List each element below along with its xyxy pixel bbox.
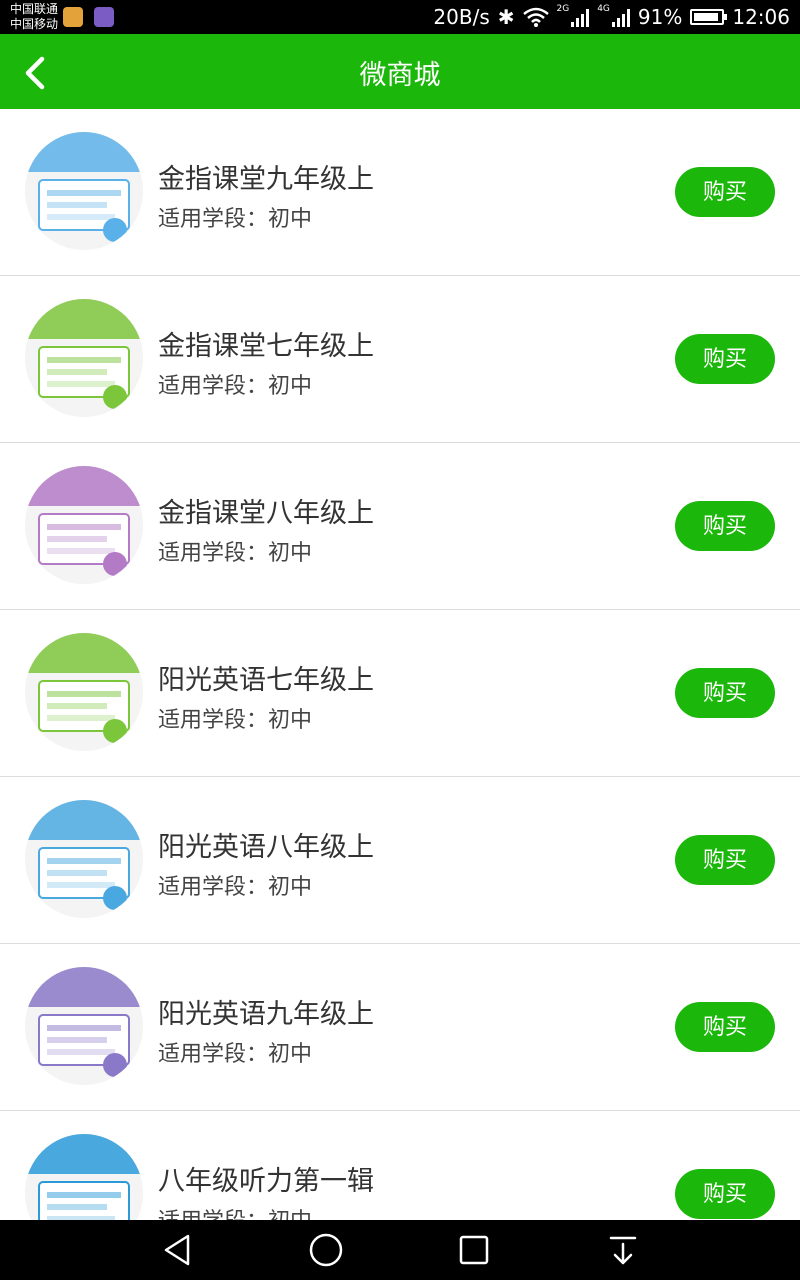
product-stage: 适用学段：初中 [158, 1042, 313, 1067]
carrier-labels: 中国联通 中国移动 [10, 2, 58, 32]
buy-button[interactable]: 购买 [675, 501, 775, 551]
buy-button[interactable]: 购买 [675, 1169, 775, 1219]
product-thumbnail [25, 633, 143, 751]
battery-percent: 91% [637, 5, 683, 29]
product-thumbnail [25, 466, 143, 584]
buy-button[interactable]: 购买 [675, 835, 775, 885]
status-indicators: 20B/s ✱ 2G 4G 91% 12:06 [433, 4, 790, 29]
nav-home-button[interactable] [306, 1230, 346, 1270]
network-4g-label: 4G [597, 4, 610, 14]
notification-gallery-icon [94, 7, 114, 27]
product-title: 金指课堂八年级上 [158, 498, 374, 529]
product-title: 阳光英语七年级上 [158, 665, 374, 696]
wifi-icon [522, 7, 549, 27]
list-item[interactable]: 阳光英语九年级上 适用学段：初中 购买 [0, 944, 800, 1111]
product-title: 金指课堂七年级上 [158, 331, 374, 362]
battery-icon [690, 9, 728, 25]
product-title: 八年级听力第一辑 [158, 1166, 374, 1197]
status-bar: 中国联通 中国移动 20B/s ✱ 2G 4G 91% 12:06 [0, 0, 800, 34]
buy-button[interactable]: 购买 [675, 167, 775, 217]
bluetooth-icon: ✱ [497, 5, 515, 29]
product-title: 阳光英语九年级上 [158, 999, 374, 1030]
product-stage: 适用学段：初中 [158, 708, 313, 733]
page-title: 微商城 [359, 60, 441, 91]
list-item[interactable]: 金指课堂九年级上 适用学段：初中 购买 [0, 109, 800, 276]
signal-icon [571, 7, 590, 27]
product-stage: 适用学段：初中 [158, 1203, 312, 1220]
buy-button[interactable]: 购买 [675, 668, 775, 718]
list-item[interactable]: 金指课堂八年级上 适用学段：初中 购买 [0, 443, 800, 610]
product-thumbnail [25, 132, 143, 250]
nav-recent-button[interactable] [454, 1230, 494, 1270]
product-thumbnail [25, 1134, 143, 1220]
list-item[interactable]: 阳光英语七年级上 适用学段：初中 购买 [0, 610, 800, 777]
circle-home-icon [309, 1233, 343, 1267]
carrier-1: 中国联通 [10, 2, 59, 16]
product-stage: 适用学段：初中 [158, 541, 313, 566]
product-thumbnail [25, 800, 143, 918]
list-item[interactable]: 阳光英语八年级上 适用学段：初中 购买 [0, 777, 800, 944]
system-nav-bar [0, 1220, 800, 1280]
buy-button[interactable]: 购买 [675, 1002, 775, 1052]
nav-notification-button[interactable] [603, 1230, 643, 1270]
product-title: 金指课堂九年级上 [158, 164, 374, 195]
product-thumbnail [25, 299, 143, 417]
square-recent-icon [459, 1235, 489, 1265]
product-stage: 适用学段：初中 [158, 207, 313, 232]
product-stage: 适用学段：初中 [158, 875, 313, 900]
nav-back-button[interactable] [158, 1230, 198, 1270]
product-thumbnail [25, 967, 143, 1085]
notification-app-icon [63, 7, 83, 27]
product-stage: 适用学段：初中 [158, 374, 313, 399]
pull-down-icon [609, 1236, 637, 1265]
product-title: 阳光英语八年级上 [158, 832, 374, 863]
network-2g-label: 2G [556, 4, 570, 14]
carrier-2: 中国移动 [10, 17, 59, 31]
buy-button[interactable]: 购买 [675, 334, 775, 384]
app-header: 微商城 [0, 34, 800, 109]
list-item[interactable]: 金指课堂七年级上 适用学段：初中 购买 [0, 276, 800, 443]
network-speed: 20B/s [433, 5, 490, 29]
signal-icon [611, 7, 630, 27]
clock: 12:06 [732, 5, 790, 29]
triangle-back-icon [164, 1234, 190, 1266]
list-item[interactable]: 八年级听力第一辑 适用学段：初中 购买 [0, 1111, 800, 1220]
product-list[interactable]: 金指课堂九年级上 适用学段：初中 购买 金指课堂七年级上 适用学段：初中 购买 … [0, 109, 800, 1220]
